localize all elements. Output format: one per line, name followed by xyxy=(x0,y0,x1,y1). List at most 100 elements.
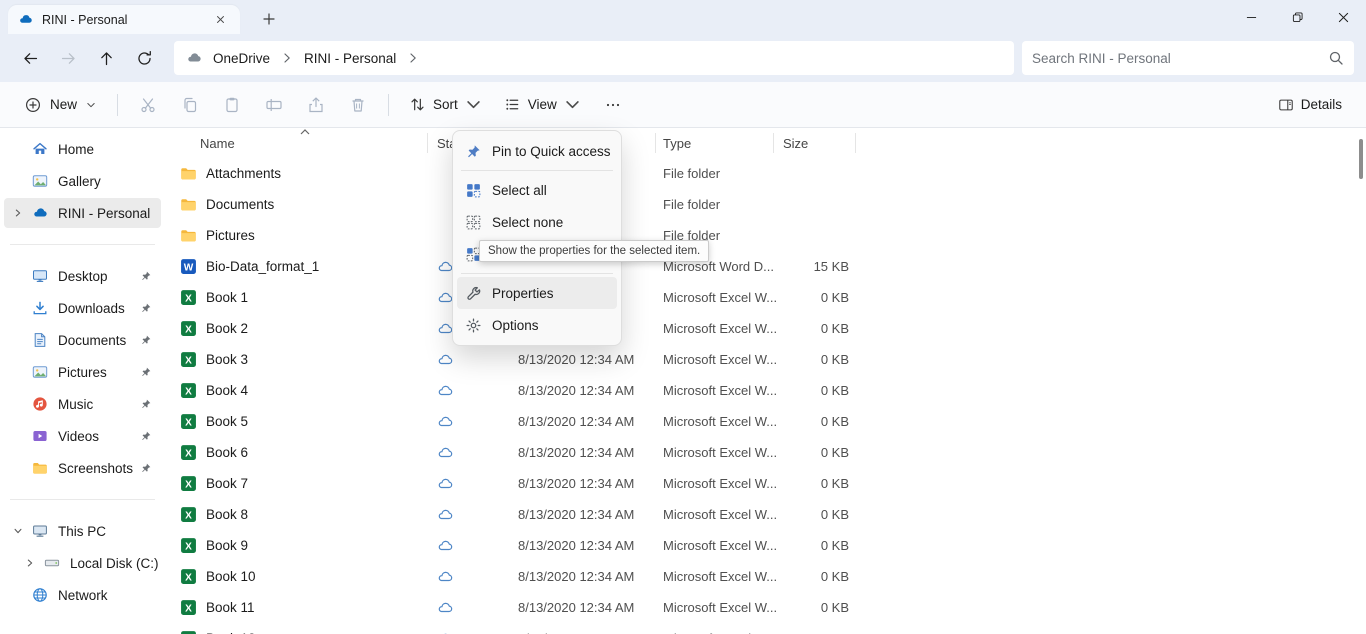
onedrive-tab-icon xyxy=(18,12,33,27)
column-divider[interactable] xyxy=(427,133,428,153)
sidebar-item-downloads[interactable]: Downloads xyxy=(4,293,161,323)
file-date-modified: 8/13/2020 12:34 AM xyxy=(518,406,634,437)
file-name: Bio-Data_format_1 xyxy=(206,259,319,274)
column-divider[interactable] xyxy=(855,133,856,153)
column-type[interactable]: Type xyxy=(663,128,691,158)
sidebar-item-local-disk-c[interactable]: Local Disk (C:) xyxy=(4,548,161,578)
refresh-button[interactable] xyxy=(126,40,162,76)
details-button[interactable]: Details xyxy=(1268,88,1352,122)
back-button[interactable] xyxy=(12,40,48,76)
sidebar-item-gallery[interactable]: Gallery xyxy=(4,166,161,196)
file-row-attachments[interactable]: AttachmentsFile folder xyxy=(165,158,1366,189)
new-button[interactable]: New xyxy=(14,88,107,122)
close-icon xyxy=(1338,12,1349,23)
forward-button[interactable] xyxy=(50,40,86,76)
file-row-documents[interactable]: DocumentsFile folder xyxy=(165,189,1366,220)
file-row-bio-data-format-1[interactable]: WBio-Data_format_1Microsoft Word D...15 … xyxy=(165,251,1366,282)
new-tab-button[interactable] xyxy=(256,7,282,31)
file-row-book-3[interactable]: XBook 38/13/2020 12:34 AMMicrosoft Excel… xyxy=(165,344,1366,375)
column-divider[interactable] xyxy=(773,133,774,153)
file-row-book-11[interactable]: XBook 118/13/2020 12:34 AMMicrosoft Exce… xyxy=(165,592,1366,623)
pin-icon xyxy=(140,398,152,410)
sidebar-item-music[interactable]: Music xyxy=(4,389,161,419)
sidebar-item-this-pc[interactable]: This PC xyxy=(4,516,161,546)
file-row-book-10[interactable]: XBook 108/13/2020 12:34 AMMicrosoft Exce… xyxy=(165,561,1366,592)
svg-text:X: X xyxy=(185,324,192,335)
file-row-pictures[interactable]: PicturesFile folder xyxy=(165,220,1366,251)
file-row-book-7[interactable]: XBook 78/13/2020 12:34 AMMicrosoft Excel… xyxy=(165,468,1366,499)
column-name[interactable]: Name xyxy=(200,128,235,158)
sidebar-item-network[interactable]: Network xyxy=(4,580,161,610)
pin-icon xyxy=(140,366,152,378)
file-row-book-8[interactable]: XBook 88/13/2020 12:34 AMMicrosoft Excel… xyxy=(165,499,1366,530)
share-icon xyxy=(307,96,325,114)
chevron-down-icon xyxy=(465,96,482,113)
this-pc-icon xyxy=(32,523,48,539)
file-row-book-6[interactable]: XBook 68/13/2020 12:34 AMMicrosoft Excel… xyxy=(165,437,1366,468)
file-row-book-4[interactable]: XBook 48/13/2020 12:34 AMMicrosoft Excel… xyxy=(165,375,1366,406)
copy-button[interactable] xyxy=(170,88,210,122)
tree-chevron-right-icon[interactable] xyxy=(13,208,23,218)
file-row-book-9[interactable]: XBook 98/13/2020 12:34 AMMicrosoft Excel… xyxy=(165,530,1366,561)
file-row-book-2[interactable]: XBook 2Microsoft Excel W...0 KB xyxy=(165,313,1366,344)
close-button[interactable] xyxy=(1320,0,1366,34)
tree-chevron-down-icon[interactable] xyxy=(13,526,23,536)
column-divider[interactable] xyxy=(655,133,656,153)
excel-file-icon: X xyxy=(180,506,197,523)
menu-item-options[interactable]: Options xyxy=(457,309,617,341)
breadcrumb-current[interactable]: RINI - Personal xyxy=(300,49,400,68)
file-type: Microsoft Excel W... xyxy=(663,313,777,344)
menu-item-properties[interactable]: Properties xyxy=(457,277,617,309)
sidebar-divider xyxy=(10,244,155,245)
search-icon xyxy=(1328,50,1344,66)
sidebar-item-label: Network xyxy=(58,588,108,603)
sidebar-item-home[interactable]: Home xyxy=(4,134,161,164)
search-input[interactable] xyxy=(1032,51,1320,66)
menu-item-select-none[interactable]: Select none xyxy=(457,206,617,238)
menu-item-label: Pin to Quick access xyxy=(492,144,611,159)
tab-close-button[interactable] xyxy=(210,10,230,30)
chevron-right-icon xyxy=(281,52,293,64)
copy-icon xyxy=(181,96,199,114)
svg-text:X: X xyxy=(185,479,192,490)
file-type: File folder xyxy=(663,158,720,189)
file-date-modified: 8/13/2020 12:34 AM xyxy=(518,530,634,561)
up-button[interactable] xyxy=(88,40,124,76)
address-bar[interactable]: OneDrive RINI - Personal xyxy=(174,41,1014,75)
minimize-button[interactable] xyxy=(1228,0,1274,34)
sort-button[interactable]: Sort xyxy=(399,88,492,122)
view-button-label: View xyxy=(528,97,557,112)
sidebar-item-pictures[interactable]: Pictures xyxy=(4,357,161,387)
chevron-down-icon xyxy=(564,96,581,113)
column-size[interactable]: Size xyxy=(783,128,808,158)
share-button[interactable] xyxy=(296,88,336,122)
menu-item-select-all[interactable]: Select all xyxy=(457,174,617,206)
delete-button[interactable] xyxy=(338,88,378,122)
menu-item-label: Select all xyxy=(492,183,547,198)
sidebar-item-desktop[interactable]: Desktop xyxy=(4,261,161,291)
sidebar-item-videos[interactable]: Videos xyxy=(4,421,161,451)
menu-item-pin-to-quick-access[interactable]: Pin to Quick access xyxy=(457,135,617,167)
view-button[interactable]: View xyxy=(494,88,591,122)
file-row-book-12[interactable]: XBook 128/13/2020 12:34 AMMicrosoft Exce… xyxy=(165,623,1366,634)
tree-chevron-right-icon[interactable] xyxy=(25,558,35,568)
file-row-book-1[interactable]: XBook 1Microsoft Excel W...0 KB xyxy=(165,282,1366,313)
explorer-tab[interactable]: RINI - Personal xyxy=(8,5,240,34)
cut-button[interactable] xyxy=(128,88,168,122)
minimize-icon xyxy=(1246,12,1257,23)
cloud-status-icon xyxy=(437,569,453,585)
file-row-book-5[interactable]: XBook 58/13/2020 12:34 AMMicrosoft Excel… xyxy=(165,406,1366,437)
sidebar-item-screenshots[interactable]: Screenshots xyxy=(4,453,161,483)
sort-ascending-icon xyxy=(299,128,311,136)
sidebar-item-documents[interactable]: Documents xyxy=(4,325,161,355)
rename-button[interactable] xyxy=(254,88,294,122)
breadcrumb-onedrive[interactable]: OneDrive xyxy=(209,49,274,68)
more-options-button[interactable] xyxy=(593,88,633,122)
cloud-status-icon xyxy=(437,352,453,368)
paste-button[interactable] xyxy=(212,88,252,122)
desktop-icon xyxy=(32,268,48,284)
scrollbar-thumb[interactable] xyxy=(1359,139,1363,179)
home-icon xyxy=(32,141,48,157)
maximize-button[interactable] xyxy=(1274,0,1320,34)
sidebar-item-rini-personal[interactable]: RINI - Personal xyxy=(4,198,161,228)
